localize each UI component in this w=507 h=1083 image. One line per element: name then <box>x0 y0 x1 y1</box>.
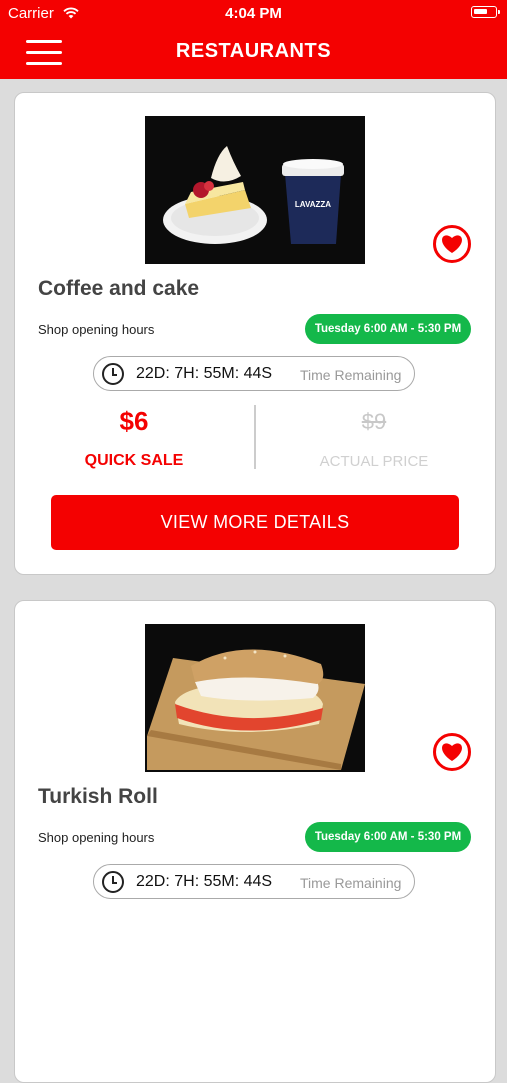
actual-price: $9 <box>361 409 387 434</box>
product-image[interactable]: LAVAZZA <box>145 116 365 264</box>
clock-icon <box>102 363 124 385</box>
product-card: LAVAZZA Coffee and cake Shop opening hou… <box>14 92 496 575</box>
product-card: Turkish Roll Shop opening hours Tuesday … <box>14 600 496 1083</box>
opening-hours-label: Shop opening hours <box>38 830 155 845</box>
battery-icon <box>471 6 500 18</box>
countdown-value: 22D: 7H: 55M: 44S <box>136 873 273 890</box>
countdown-timer: 22D: 7H: 55M: 44S Time Remaining <box>93 864 415 899</box>
product-title: Coffee and cake <box>38 277 200 300</box>
view-more-details-button[interactable]: VIEW MORE DETAILS <box>51 495 459 550</box>
countdown-value: 22D: 7H: 55M: 44S <box>136 365 273 382</box>
opening-hours-label: Shop opening hours <box>38 322 155 337</box>
opening-hours-badge: Tuesday 6:00 AM - 5:30 PM <box>305 822 471 852</box>
product-image[interactable] <box>145 624 365 772</box>
app-header: Carrier 4:04 PM RESTAURANTS <box>0 0 507 79</box>
clock-time: 4:04 PM <box>225 5 282 22</box>
page-title: RESTAURANTS <box>175 40 332 62</box>
favorite-heart-icon[interactable] <box>433 733 471 771</box>
status-bar: Carrier 4:04 PM <box>0 0 507 28</box>
sale-price: $6 <box>119 406 149 436</box>
countdown-timer: 22D: 7H: 55M: 44S Time Remaining <box>93 356 415 391</box>
cup-brand-text: LAVAZZA <box>295 200 331 209</box>
clock-icon <box>102 871 124 893</box>
favorite-heart-icon[interactable] <box>433 225 471 263</box>
sale-label: QUICK SALE <box>84 452 184 469</box>
opening-hours-badge: Tuesday 6:00 AM - 5:30 PM <box>305 314 471 344</box>
price-divider <box>254 405 256 469</box>
time-remaining-label: Time Remaining <box>300 875 402 891</box>
time-remaining-label: Time Remaining <box>300 367 402 383</box>
actual-price-label: ACTUAL PRICE <box>319 453 429 470</box>
product-title: Turkish Roll <box>38 785 158 808</box>
